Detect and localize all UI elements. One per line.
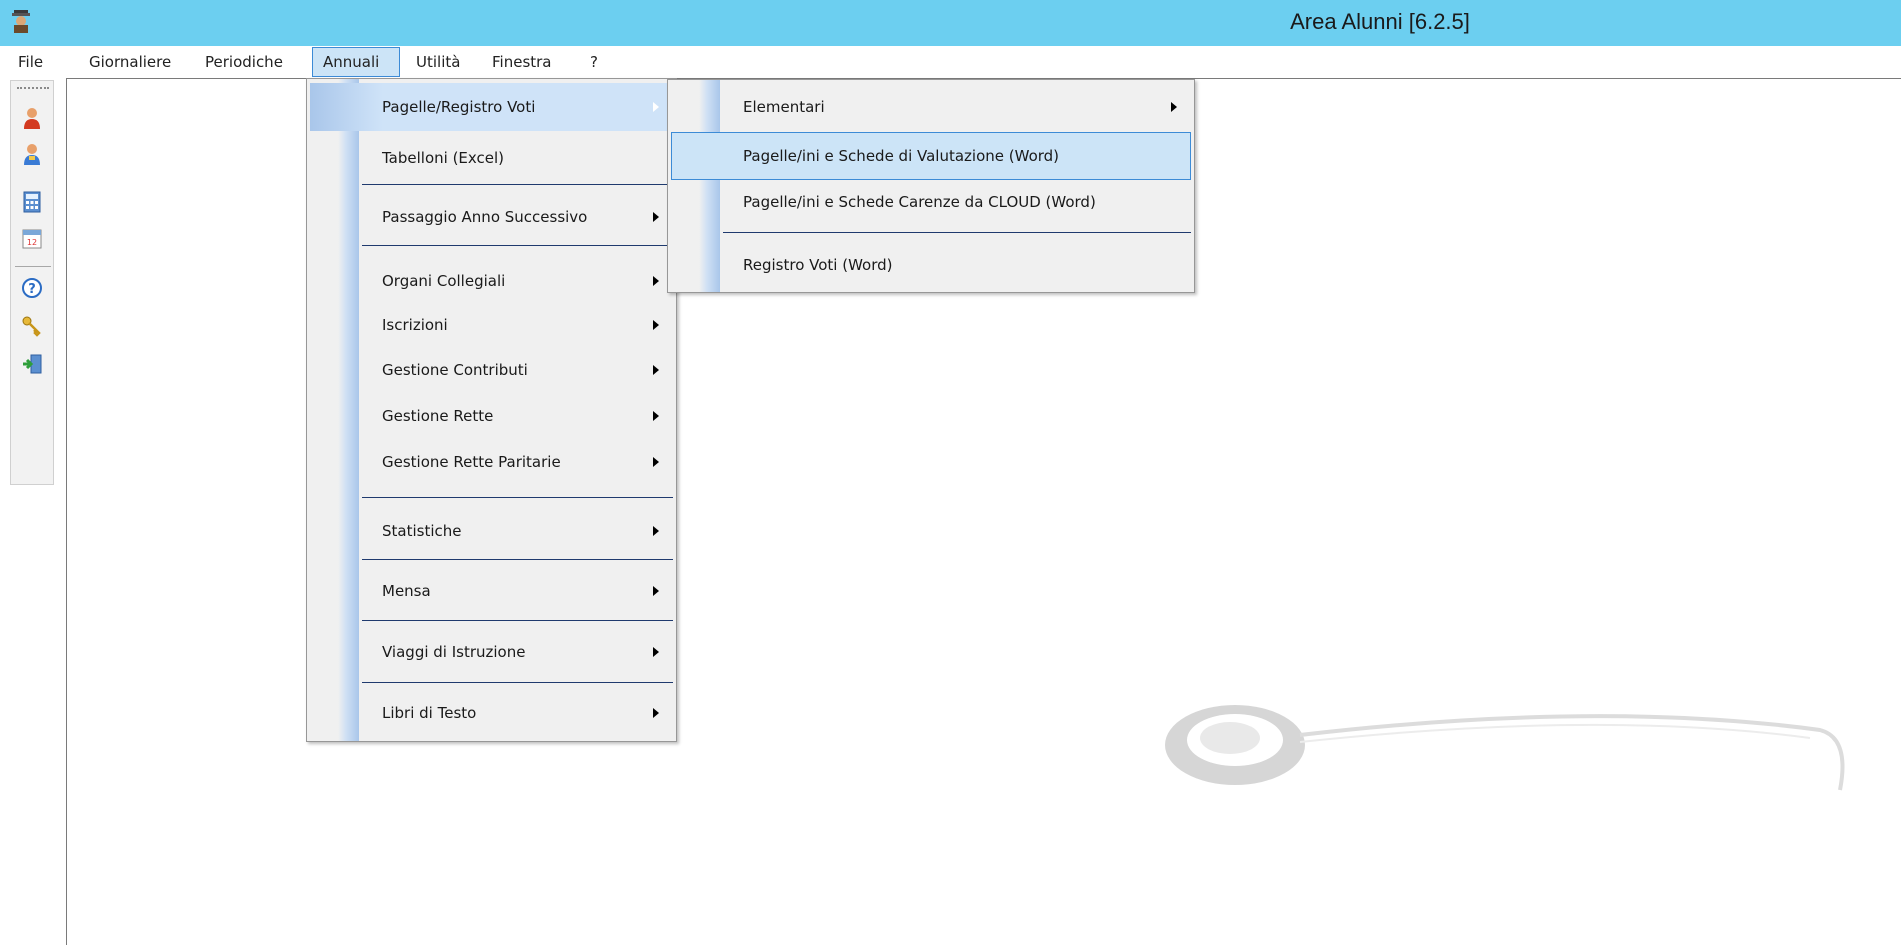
submenu-item-registro-voti-word[interactable]: Registro Voti (Word) <box>671 241 1191 289</box>
menu-item-label: Mensa <box>382 582 431 600</box>
menu-item-label: Tabelloni (Excel) <box>382 149 505 167</box>
menu-item-tabelloni[interactable]: Tabelloni (Excel) <box>310 134 673 182</box>
menu-item-label: Elementari <box>743 98 825 116</box>
menu-item-mensa[interactable]: Mensa <box>310 567 673 615</box>
submenu-arrow-icon <box>653 320 659 330</box>
menu-separator <box>362 620 673 623</box>
calendar-icon[interactable]: 12 <box>19 225 45 251</box>
submenu-item-schede-valutazione[interactable]: Pagelle/ini e Schede di Valutazione (Wor… <box>671 132 1191 180</box>
menu-item-label: Gestione Contributi <box>382 361 528 379</box>
toolbar-separator <box>15 266 51 267</box>
title-bar: Area Alunni [6.2.5] <box>0 0 1901 46</box>
submenu-arrow-icon <box>653 365 659 375</box>
client-area-border-left <box>66 78 67 945</box>
watermark-logo <box>1150 690 1890 945</box>
menu-item-label: Libri di Testo <box>382 704 477 722</box>
menu-separator <box>723 232 1191 235</box>
menu-item-label: Passaggio Anno Successivo <box>382 208 588 226</box>
menu-item-libri-testo[interactable]: Libri di Testo <box>310 689 673 737</box>
menu-item-pagelle-registro-voti[interactable]: Pagelle/Registro Voti <box>310 83 673 131</box>
submenu-arrow-icon <box>1171 102 1177 112</box>
exit-icon[interactable] <box>19 351 45 377</box>
menu-item-label: Gestione Rette Paritarie <box>382 453 561 471</box>
user-blue-icon[interactable] <box>19 141 45 167</box>
menu-item-iscrizioni[interactable]: Iscrizioni <box>310 301 673 349</box>
menu-bar: File Giornaliere Periodiche Annuali Util… <box>0 47 1901 77</box>
menu-item-viaggi-istruzione[interactable]: Viaggi di Istruzione <box>310 628 673 676</box>
annuali-menu: Pagelle/Registro Voti Tabelloni (Excel) … <box>306 78 677 742</box>
menu-item-gestione-rette[interactable]: Gestione Rette <box>310 392 673 440</box>
menu-separator <box>362 559 673 562</box>
submenu-arrow-icon <box>653 586 659 596</box>
window-title: Area Alunni [6.2.5] <box>1290 9 1470 34</box>
menu-item-gestione-contributi[interactable]: Gestione Contributi <box>310 346 673 394</box>
menu-item-label: Pagelle/ini e Schede Carenze da CLOUD (W… <box>743 193 1096 211</box>
svg-text:?: ? <box>28 282 36 297</box>
calculator-icon[interactable] <box>19 189 45 215</box>
user-red-icon[interactable] <box>19 105 45 131</box>
submenu-arrow-icon <box>653 212 659 222</box>
submenu-arrow-icon <box>653 708 659 718</box>
submenu-arrow-icon <box>653 647 659 657</box>
menu-item-label: Pagelle/Registro Voti <box>382 98 536 116</box>
menu-item-gestione-rette-paritarie[interactable]: Gestione Rette Paritarie <box>310 438 673 486</box>
menu-separator <box>362 497 673 500</box>
submenu-arrow-icon <box>653 457 659 467</box>
menu-giornaliere[interactable]: Giornaliere <box>85 47 175 77</box>
menu-item-label: Registro Voti (Word) <box>743 256 893 274</box>
menu-separator <box>362 245 673 248</box>
keys-icon[interactable] <box>19 313 45 339</box>
pagelle-registro-voti-submenu: Elementari Pagelle/ini e Schede di Valut… <box>667 79 1195 293</box>
app-icon[interactable] <box>10 9 32 33</box>
submenu-arrow-icon <box>653 526 659 536</box>
menu-item-statistiche[interactable]: Statistiche <box>310 507 673 555</box>
help-icon[interactable]: ? <box>19 275 45 301</box>
svg-text:12: 12 <box>27 238 37 247</box>
menu-item-passaggio-anno[interactable]: Passaggio Anno Successivo <box>310 193 673 241</box>
submenu-arrow-icon <box>653 411 659 421</box>
menu-annuali[interactable]: Annuali <box>312 47 400 77</box>
menu-item-label: Iscrizioni <box>382 316 448 334</box>
menu-utilita[interactable]: Utilità <box>412 47 464 77</box>
menu-item-label: Pagelle/ini e Schede di Valutazione (Wor… <box>743 147 1060 165</box>
submenu-item-elementari[interactable]: Elementari <box>671 83 1191 131</box>
submenu-arrow-icon <box>653 276 659 286</box>
menu-file[interactable]: File <box>14 47 47 77</box>
menu-help[interactable]: ? <box>586 47 602 77</box>
menu-item-label: Organi Collegiali <box>382 272 506 290</box>
menu-item-label: Viaggi di Istruzione <box>382 643 526 661</box>
menu-periodiche[interactable]: Periodiche <box>201 47 287 77</box>
menu-item-label: Gestione Rette <box>382 407 494 425</box>
toolbar-grip[interactable] <box>17 87 49 91</box>
menu-finestra[interactable]: Finestra <box>488 47 556 77</box>
menu-separator <box>362 184 673 187</box>
menu-item-organi-collegiali[interactable]: Organi Collegiali <box>310 257 673 305</box>
submenu-arrow-icon <box>653 102 659 112</box>
submenu-item-schede-carenze-cloud[interactable]: Pagelle/ini e Schede Carenze da CLOUD (W… <box>671 178 1191 226</box>
menu-item-label: Statistiche <box>382 522 462 540</box>
vertical-toolbar: 12 ? <box>10 80 54 485</box>
menu-separator <box>362 682 673 685</box>
